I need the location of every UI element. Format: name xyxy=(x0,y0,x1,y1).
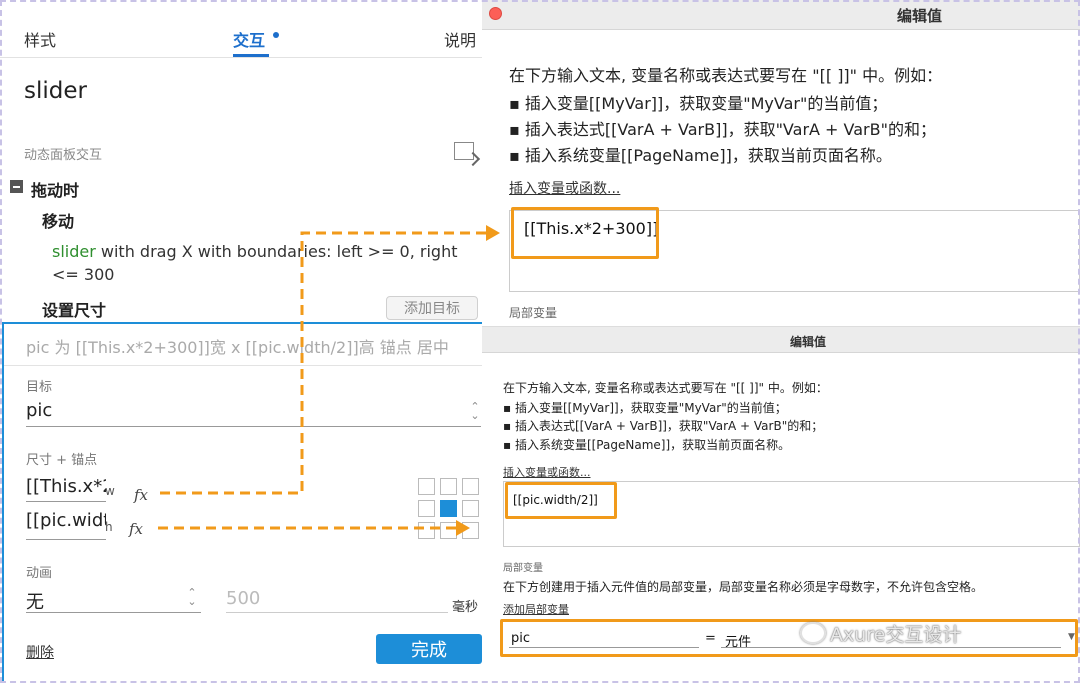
highlight-box xyxy=(511,207,659,259)
tab-interaction[interactable]: 交互 xyxy=(233,27,265,51)
action-move[interactable]: 移动 xyxy=(42,208,74,232)
duration-input[interactable]: 500 xyxy=(226,588,260,609)
anchor-grid xyxy=(418,478,479,539)
width-input[interactable]: [[This.x*2+300]] xyxy=(26,476,106,502)
watermark: Axure交互设计 xyxy=(830,624,962,646)
divider xyxy=(4,365,482,366)
dialog-title: 编辑值 xyxy=(790,335,827,349)
close-icon[interactable] xyxy=(489,7,502,20)
done-button[interactable]: 完成 xyxy=(376,634,482,664)
height-suffix: h xyxy=(105,520,113,534)
dialog-titlebar: 编辑值 xyxy=(482,327,1080,353)
dialog-intro: 在下方输入文本, 变量名称或表达式要写在 "[[ ]]" 中。例如： xyxy=(503,381,828,395)
divider xyxy=(226,612,448,613)
panel-tabs: 样式 交互 说明 xyxy=(0,0,482,58)
dialog-bullet: ▪ 插入变量[[MyVar]]，获取变量"MyVar"的当前值； xyxy=(503,401,787,415)
anchor-middle-left[interactable] xyxy=(418,500,435,517)
animation-label: 动画 xyxy=(26,566,53,581)
dialog-bullet: ▪ 插入表达式[[VarA + VarB]]，获取"VarA + VarB"的和… xyxy=(509,120,936,139)
insert-variable-link[interactable]: 插入变量或函数... xyxy=(509,178,620,198)
dialog-bullet: ▪ 插入系统变量[[PageName]]，获取当前页面名称。 xyxy=(503,438,791,452)
dialog-title: 编辑值 xyxy=(897,7,943,25)
active-tab-indicator xyxy=(233,54,269,57)
dialog-intro: 在下方输入文本, 变量名称或表达式要写在 "[[ ]]" 中。例如： xyxy=(509,66,943,85)
tab-description[interactable]: 说明 xyxy=(444,27,476,51)
action-move-text: with drag X with boundaries: left >= 0, … xyxy=(52,242,458,284)
dialog-bullet: ▪ 插入系统变量[[PageName]]，获取当前页面名称。 xyxy=(509,146,892,165)
anchor-bottom-left[interactable] xyxy=(418,522,435,539)
modified-dot-icon xyxy=(273,32,279,38)
animation-select[interactable]: 无 xyxy=(26,588,44,614)
highlight-box xyxy=(505,482,617,519)
select-arrows-icon[interactable]: ⌃ ⌄ xyxy=(187,587,197,607)
size-anchor-label: 尺寸 + 锚点 xyxy=(26,453,98,468)
anchor-top-right[interactable] xyxy=(462,478,479,495)
width-fx-icon[interactable]: fx xyxy=(134,486,148,504)
target-label: 目标 xyxy=(26,380,53,395)
action-set-size[interactable]: 设置尺寸 xyxy=(42,297,106,321)
insert-variable-link[interactable]: 插入变量或函数... xyxy=(503,464,591,480)
dialog-bullet: ▪ 插入表达式[[VarA + VarB]]，获取"VarA + VarB"的和… xyxy=(503,419,824,433)
height-input[interactable]: [[pic.width/2]] xyxy=(26,510,106,540)
collapse-icon[interactable] xyxy=(10,180,23,193)
add-local-variable-link[interactable]: 添加局部变量 xyxy=(503,601,569,617)
select-target-icon[interactable] xyxy=(454,142,474,160)
anchor-bottom-center[interactable] xyxy=(440,522,457,539)
tab-style[interactable]: 样式 xyxy=(24,27,56,51)
divider xyxy=(26,612,201,613)
highlight-box xyxy=(500,619,1078,657)
anchor-bottom-right[interactable] xyxy=(462,522,479,539)
width-suffix: w xyxy=(105,484,115,498)
section-label: 动态面板交互 xyxy=(24,148,103,163)
dialog-bullet: ▪ 插入变量[[MyVar]]，获取变量"MyVar"的当前值； xyxy=(509,94,888,113)
dialog-titlebar: 编辑值 xyxy=(482,0,1080,30)
edit-value-dialog-width: 编辑值 在下方输入文本, 变量名称或表达式要写在 "[[ ]]" 中。例如： ▪… xyxy=(482,0,1080,326)
local-variables-description: 在下方创建用于插入元件值的局部变量，局部变量名称必须是字母数字，不允许包含空格。 xyxy=(503,580,984,594)
action-summary: pic 为 [[This.x*2+300]]宽 x [[pic.width/2]… xyxy=(26,338,449,357)
action-target: slider xyxy=(52,242,96,261)
set-size-editor: pic 为 [[This.x*2+300]]宽 x [[pic.width/2]… xyxy=(2,322,482,683)
select-arrows-icon[interactable]: ⌃ ⌄ xyxy=(470,401,480,421)
divider xyxy=(26,426,481,427)
anchor-center[interactable] xyxy=(440,500,457,517)
anchor-top-center[interactable] xyxy=(440,478,457,495)
local-variables-label: 局部变量 xyxy=(503,563,543,574)
interaction-panel: 样式 交互 说明 slider 动态面板交互 拖动时 移动 slider wit… xyxy=(0,0,482,683)
target-select[interactable]: pic xyxy=(26,400,52,421)
watermark-logo-icon xyxy=(800,622,826,644)
delete-link[interactable]: 删除 xyxy=(26,642,54,662)
widget-name[interactable]: slider xyxy=(24,78,87,104)
duration-unit: 毫秒 xyxy=(452,600,479,615)
anchor-top-left[interactable] xyxy=(418,478,435,495)
anchor-middle-right[interactable] xyxy=(462,500,479,517)
action-move-description[interactable]: slider with drag X with boundaries: left… xyxy=(52,240,472,286)
event-title[interactable]: 拖动时 xyxy=(31,177,79,201)
local-variables-label: 局部变量 xyxy=(509,306,558,320)
add-target-button[interactable]: 添加目标 xyxy=(386,296,478,320)
height-fx-icon[interactable]: fx xyxy=(129,520,143,538)
